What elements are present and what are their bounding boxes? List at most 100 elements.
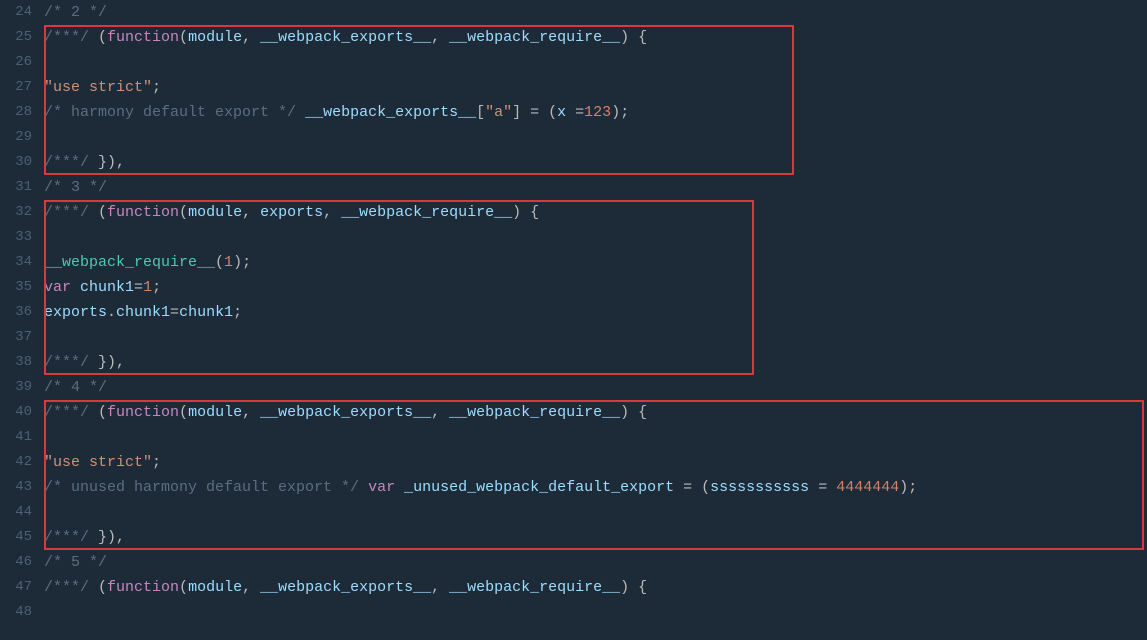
token-ident: module — [188, 404, 242, 421]
token-keyword: function — [107, 29, 179, 46]
code-line[interactable]: /* 4 */ — [44, 375, 1147, 400]
token-keyword: function — [107, 579, 179, 596]
code-line[interactable]: /* 2 */ — [44, 0, 1147, 25]
token-ident: module — [188, 29, 242, 46]
line-number: 34 — [0, 250, 40, 275]
line-number: 45 — [0, 525, 40, 550]
token-keyword: function — [107, 204, 179, 221]
token-punct: }), — [89, 529, 125, 546]
token-punct: ( — [179, 579, 188, 596]
token-ident: chunk1 — [179, 304, 233, 321]
token-punct: , — [323, 204, 341, 221]
line-number: 29 — [0, 125, 40, 150]
token-comment: /***/ — [44, 404, 89, 421]
token-ident: x — [557, 104, 566, 121]
code-line[interactable]: /* harmony default export */ __webpack_e… — [44, 100, 1147, 125]
token-punct: ( — [215, 254, 224, 271]
code-line[interactable]: __webpack_require__(1); — [44, 250, 1147, 275]
code-line[interactable]: "use strict"; — [44, 450, 1147, 475]
line-number: 41 — [0, 425, 40, 450]
code-line[interactable] — [44, 125, 1147, 150]
token-punct: , — [431, 29, 449, 46]
token-punct: ); — [611, 104, 629, 121]
token-comment: /***/ — [44, 204, 89, 221]
token-number: 4444444 — [836, 479, 899, 496]
token-punct: = — [566, 104, 584, 121]
token-comment: /* 2 */ — [44, 4, 107, 21]
token-punct: , — [242, 29, 260, 46]
token-ident: __webpack_require__ — [449, 404, 620, 421]
token-ident: __webpack_exports__ — [260, 29, 431, 46]
token-ident: chunk1 — [116, 304, 170, 321]
code-line[interactable]: exports.chunk1=chunk1; — [44, 300, 1147, 325]
token-comment: /* 3 */ — [44, 179, 107, 196]
code-area[interactable]: /* 2 *//***/ (function(module, __webpack… — [40, 0, 1147, 640]
line-number: 42 — [0, 450, 40, 475]
token-ident: __webpack_exports__ — [260, 404, 431, 421]
token-comment: /* harmony default export */ — [44, 104, 296, 121]
token-ident: __webpack_require__ — [449, 579, 620, 596]
code-line[interactable] — [44, 600, 1147, 625]
token-punct — [71, 279, 80, 296]
token-ident: __webpack_exports__ — [305, 104, 476, 121]
token-punct: ( — [179, 404, 188, 421]
token-punct: ; — [152, 279, 161, 296]
line-number: 27 — [0, 75, 40, 100]
line-number: 24 — [0, 0, 40, 25]
token-punct: , — [242, 404, 260, 421]
token-ident: sssssssssss — [710, 479, 809, 496]
code-line[interactable] — [44, 425, 1147, 450]
code-line[interactable]: /***/ }), — [44, 350, 1147, 375]
token-ident: exports — [260, 204, 323, 221]
code-line[interactable]: "use strict"; — [44, 75, 1147, 100]
line-number: 44 — [0, 500, 40, 525]
code-line[interactable] — [44, 225, 1147, 250]
token-punct: ( — [89, 29, 107, 46]
token-punct: . — [107, 304, 116, 321]
token-comment: /* 4 */ — [44, 379, 107, 396]
token-punct: ) { — [512, 204, 539, 221]
code-line[interactable]: /***/ (function(module, __webpack_export… — [44, 25, 1147, 50]
code-line[interactable] — [44, 325, 1147, 350]
code-line[interactable]: /***/ (function(module, exports, __webpa… — [44, 200, 1147, 225]
token-ident: __webpack_require__ — [449, 29, 620, 46]
token-keyword: function — [107, 404, 179, 421]
line-number: 35 — [0, 275, 40, 300]
token-punct: , — [242, 204, 260, 221]
code-line[interactable] — [44, 500, 1147, 525]
code-line[interactable] — [44, 50, 1147, 75]
token-punct: ; — [152, 79, 161, 96]
token-ident: exports — [44, 304, 107, 321]
token-keyword: var — [368, 479, 395, 496]
token-punct: ] = ( — [512, 104, 557, 121]
code-line[interactable]: var chunk1=1; — [44, 275, 1147, 300]
line-number: 47 — [0, 575, 40, 600]
code-line[interactable]: /* unused harmony default export */ var … — [44, 475, 1147, 500]
line-number: 46 — [0, 550, 40, 575]
code-line[interactable]: /* 5 */ — [44, 550, 1147, 575]
code-line[interactable]: /***/ }), — [44, 525, 1147, 550]
code-line[interactable]: /* 3 */ — [44, 175, 1147, 200]
token-punct: ( — [89, 404, 107, 421]
code-line[interactable]: /***/ (function(module, __webpack_export… — [44, 400, 1147, 425]
line-number: 26 — [0, 50, 40, 75]
code-line[interactable]: /***/ }), — [44, 150, 1147, 175]
line-number: 43 — [0, 475, 40, 500]
line-number: 36 — [0, 300, 40, 325]
line-number: 32 — [0, 200, 40, 225]
line-number: 38 — [0, 350, 40, 375]
code-line[interactable]: /***/ (function(module, __webpack_export… — [44, 575, 1147, 600]
token-punct — [359, 479, 368, 496]
token-punct: ); — [233, 254, 251, 271]
token-comment: /* unused harmony default export */ — [44, 479, 359, 496]
token-punct: ( — [89, 204, 107, 221]
token-comment: /***/ — [44, 154, 89, 171]
line-number: 33 — [0, 225, 40, 250]
token-punct: ) { — [620, 404, 647, 421]
token-punct: ( — [179, 29, 188, 46]
token-punct: , — [242, 579, 260, 596]
code-editor[interactable]: 2425262728293031323334353637383940414243… — [0, 0, 1147, 640]
token-number: 1 — [143, 279, 152, 296]
token-punct: = — [809, 479, 836, 496]
token-punct: [ — [476, 104, 485, 121]
